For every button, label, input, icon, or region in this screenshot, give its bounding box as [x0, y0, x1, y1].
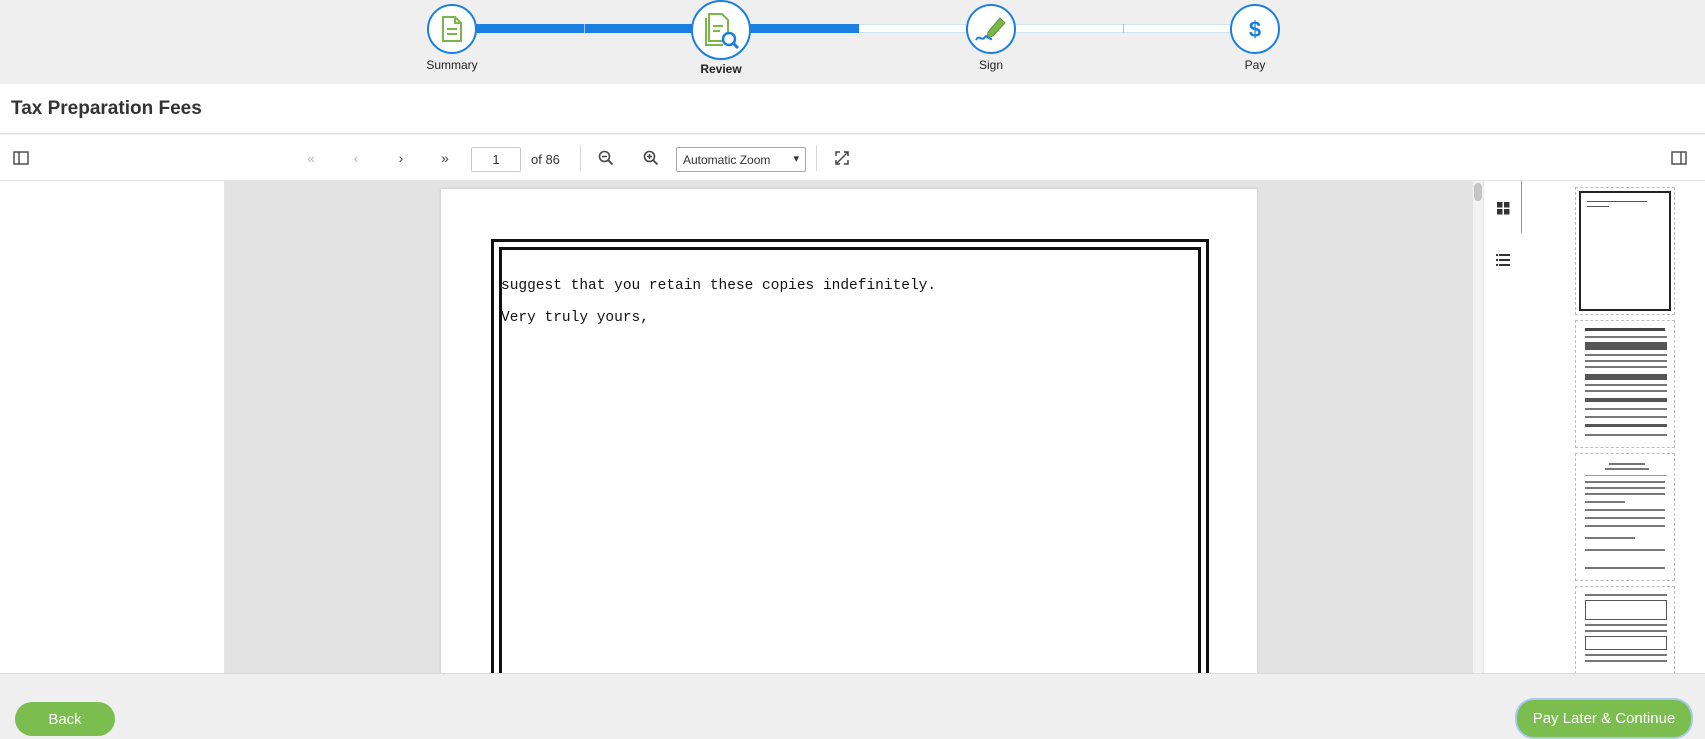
back-button[interactable]: Back	[15, 702, 115, 736]
document-text-line: Very truly yours,	[501, 310, 649, 326]
first-page-button[interactable]: «	[298, 146, 324, 170]
page-total: of 86	[531, 152, 560, 167]
left-panel	[0, 181, 225, 673]
chevron-right-icon: ›	[398, 150, 404, 166]
expand-icon	[835, 151, 849, 165]
zoom-in-button[interactable]	[638, 146, 664, 170]
step-sign[interactable]	[966, 4, 1016, 54]
right-panel-toggle-button[interactable]	[1666, 146, 1692, 170]
prev-page-button[interactable]: ‹	[343, 146, 369, 170]
title-bar: Tax Preparation Fees	[0, 84, 1705, 134]
pdf-viewer: suggest that you retain these copies ind…	[0, 181, 1705, 673]
zoom-select[interactable]: Automatic Zoom ▾	[676, 147, 806, 172]
chevron-down-icon: ▾	[793, 153, 799, 165]
page-border	[491, 239, 1209, 673]
document-canvas[interactable]: suggest that you retain these copies ind…	[225, 181, 1475, 673]
sidebar-toggle-button[interactable]	[8, 146, 34, 170]
document-scrollbar[interactable]	[1473, 181, 1483, 673]
double-chevron-right-icon: »	[441, 150, 449, 166]
page-thumbnail[interactable]	[1575, 320, 1675, 448]
page-number-input[interactable]	[471, 147, 521, 172]
last-page-button[interactable]: »	[432, 146, 458, 170]
document-text-line: suggest that you retain these copies ind…	[501, 278, 937, 294]
next-page-button[interactable]: ›	[388, 146, 414, 170]
dollar-icon: $	[1249, 17, 1261, 42]
progress-track-filled	[473, 24, 859, 33]
document-search-icon	[705, 13, 739, 49]
page-thumbnail[interactable]	[1575, 586, 1675, 673]
toolbar-divider	[816, 145, 817, 171]
step-review[interactable]	[691, 0, 751, 60]
step-label-review: Review	[700, 62, 742, 76]
zoom-out-icon	[598, 150, 614, 166]
sidebar-view-switcher	[1483, 181, 1524, 673]
step-label-pay: Pay	[1244, 58, 1266, 72]
sidebar-toggle-icon	[13, 151, 29, 165]
footer-bar: Back Pay Later & Continue	[0, 673, 1705, 739]
toolbar-divider	[580, 145, 581, 171]
page-thumbnail[interactable]	[1575, 187, 1675, 315]
list-icon	[1496, 254, 1510, 266]
pen-sign-icon	[975, 17, 1006, 41]
pay-later-continue-button[interactable]: Pay Later & Continue	[1517, 700, 1691, 737]
step-pay[interactable]: $	[1230, 4, 1280, 54]
track-divider	[1123, 24, 1124, 33]
progress-track-empty	[859, 24, 1249, 33]
page-thumbnail[interactable]	[1575, 453, 1675, 581]
progress-stepper: Summary Review Sign $ Pay	[0, 0, 1705, 84]
zoom-value: Automatic Zoom	[683, 152, 771, 167]
page-title: Tax Preparation Fees	[11, 98, 202, 119]
step-label-sign: Sign	[978, 58, 1004, 72]
step-label-summary: Summary	[426, 58, 478, 72]
chevron-left-icon: ‹	[353, 150, 359, 166]
double-chevron-left-icon: «	[307, 150, 315, 166]
panel-toggle-icon	[1671, 151, 1687, 165]
svg-text:$: $	[1249, 17, 1261, 42]
zoom-out-button[interactable]	[593, 146, 619, 170]
outline-view-button[interactable]	[1484, 241, 1522, 279]
step-summary[interactable]	[427, 4, 477, 54]
document-page: suggest that you retain these copies ind…	[441, 189, 1257, 673]
thumbnails-view-button[interactable]	[1484, 189, 1522, 227]
document-icon	[442, 16, 462, 42]
grid-icon	[1496, 201, 1509, 214]
scrollbar-thumb[interactable]	[1474, 183, 1482, 201]
thumbnail-list	[1522, 181, 1705, 673]
pdf-toolbar: « ‹ › » of 86 Automatic Zoom ▾	[0, 135, 1705, 181]
zoom-in-icon	[643, 150, 659, 166]
fullscreen-button[interactable]	[829, 146, 855, 170]
track-divider	[584, 24, 585, 33]
